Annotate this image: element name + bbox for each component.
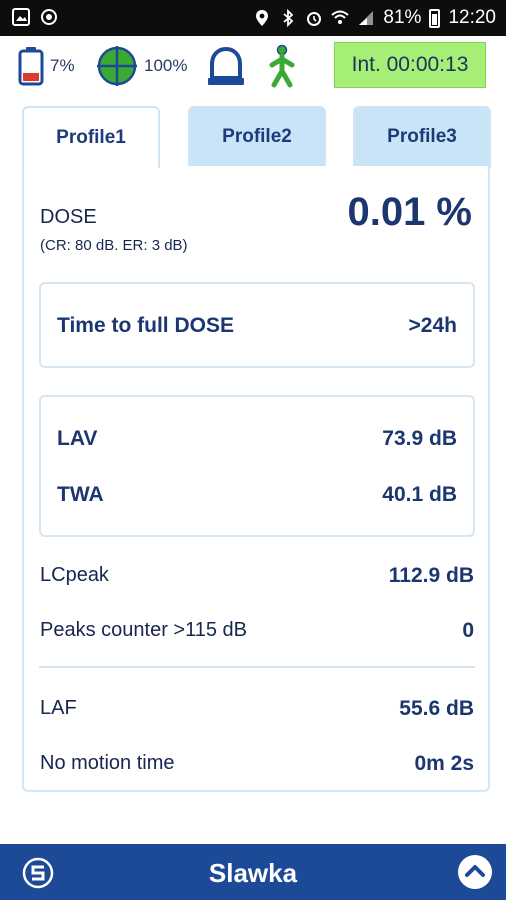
chevron-up-icon — [465, 865, 485, 877]
laf-value: 55.6 dB — [399, 697, 474, 720]
clock-time: 12:20 — [448, 7, 496, 28]
levels-box: LAV 73.9 dB TWA 40.1 dB — [39, 395, 475, 537]
wifi-icon — [331, 10, 350, 24]
dose-label: DOSE — [40, 206, 97, 228]
device-battery-text: 7% — [50, 56, 75, 75]
location-icon — [256, 10, 269, 26]
twa-label: TWA — [57, 483, 104, 506]
battery-low-icon — [18, 47, 44, 86]
expand-up-button[interactable] — [458, 855, 492, 889]
alarm-clock-icon — [307, 12, 322, 26]
device-name: Slawka — [208, 858, 298, 888]
battery-icon — [429, 8, 441, 28]
lav-label: LAV — [57, 427, 98, 450]
section-divider — [39, 666, 475, 668]
no-motion-value: 0m 2s — [414, 752, 474, 775]
peaks-counter-value: 0 — [462, 619, 474, 642]
bottom-bar: Slawka — [0, 844, 506, 900]
sync-notification-icon — [41, 9, 57, 25]
alarm-bell-icon — [208, 46, 244, 85]
signal-icon — [359, 11, 374, 25]
gps-target-icon — [97, 46, 137, 86]
gps-signal-text: 100% — [144, 56, 188, 75]
walking-person-icon — [269, 44, 295, 88]
bluetooth-icon — [283, 9, 294, 27]
time-to-full-box: Time to full DOSE >24h — [39, 282, 475, 368]
tab-profile2[interactable]: Profile2 — [188, 106, 326, 168]
dose-criteria: (CR: 80 dB. ER: 3 dB) — [40, 237, 188, 254]
time-to-full-value: >24h — [408, 314, 457, 337]
dose-value: 0.01 % — [347, 190, 472, 234]
battery-percent: 81% — [383, 7, 422, 28]
tab-profile3[interactable]: Profile3 — [353, 106, 491, 168]
lav-value: 73.9 dB — [382, 427, 457, 450]
status-bar: 81% 12:20 — [0, 0, 506, 36]
lcpeak-label: LCpeak — [40, 564, 109, 586]
indicator-row: 7% 100% Int. 00:00:13 — [0, 36, 506, 96]
lcpeak-value: 112.9 dB — [388, 564, 474, 587]
no-motion-label: No motion time — [40, 752, 175, 774]
gps-indicator: 100% — [96, 36, 187, 96]
peaks-counter-label: Peaks counter >115 dB — [40, 619, 247, 641]
laf-label: LAF — [40, 697, 77, 719]
battery-indicator: 7% — [18, 36, 75, 96]
motion-indicator — [264, 36, 300, 96]
interval-timer: Int. 00:00:13 — [334, 42, 486, 88]
alarm-indicator — [204, 36, 248, 96]
gallery-notification-icon — [12, 8, 30, 26]
twa-value: 40.1 dB — [382, 483, 457, 506]
tab-profile1[interactable]: Profile1 — [22, 106, 160, 168]
time-to-full-label: Time to full DOSE — [57, 314, 234, 337]
